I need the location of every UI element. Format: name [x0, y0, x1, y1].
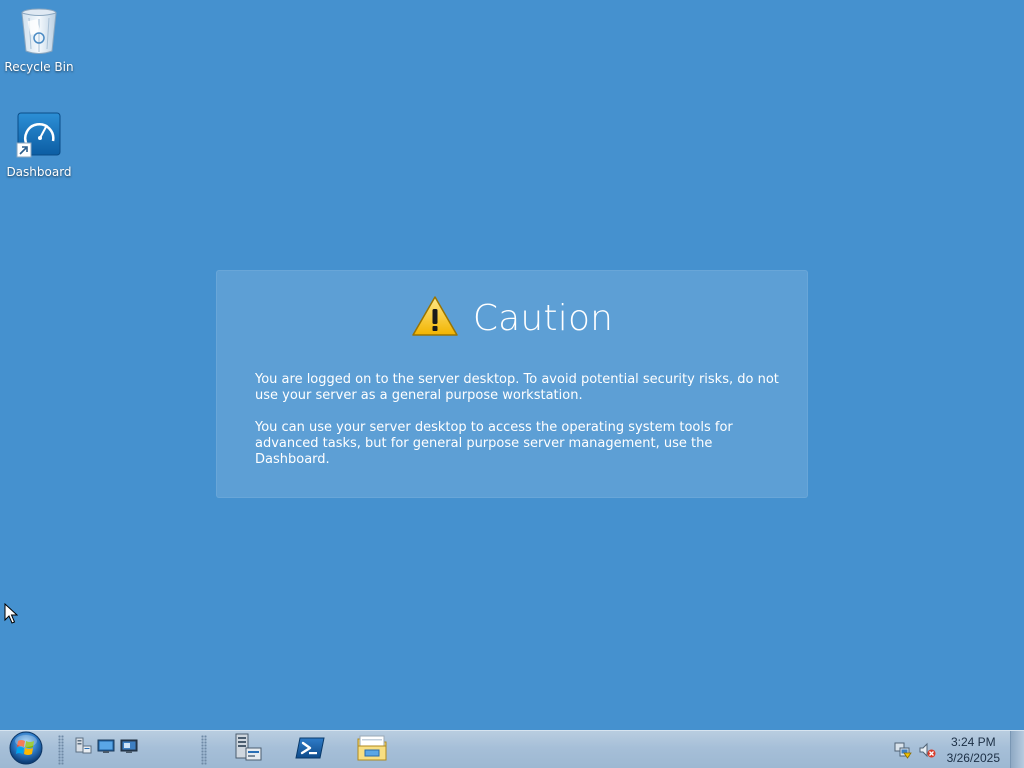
desktop[interactable]: Recycle Bin Dashboard Caution You are lo…: [0, 0, 1024, 730]
clock-time: 3:24 PM: [950, 735, 996, 749]
remote-desktop-icon[interactable]: [120, 737, 138, 755]
caution-header: Caution: [217, 295, 807, 341]
server-manager-app-icon: [232, 732, 264, 768]
taskbar: 3:24 PM 3/26/2025: [0, 730, 1024, 768]
file-explorer-icon: [356, 734, 388, 766]
clock-date: 3/26/2025: [946, 751, 1000, 765]
windows-orb-icon: [8, 730, 44, 768]
mouse-cursor-icon: [4, 602, 19, 629]
clock[interactable]: 3:24 PM 3/26/2025: [947, 734, 1000, 766]
recycle-bin-icon: [15, 6, 63, 56]
start-button[interactable]: [6, 730, 46, 768]
warning-icon: [411, 295, 459, 341]
caution-paragraph-2: You can use your server desktop to acces…: [255, 420, 733, 467]
taskbar-explorer-button[interactable]: [344, 732, 400, 768]
dashboard-icon: [15, 111, 63, 161]
volume-muted-icon[interactable]: [918, 741, 936, 759]
dashboard-label: Dashboard: [6, 165, 72, 179]
show-desktop-button[interactable]: [1010, 731, 1024, 768]
caution-paragraph-1: You are logged on to the server desktop.…: [255, 372, 779, 403]
network-icon[interactable]: [894, 741, 912, 759]
caution-title: Caution: [472, 297, 614, 339]
toolbar-grip[interactable]: [58, 735, 64, 765]
server-manager-icon[interactable]: [74, 737, 92, 755]
taskbar-server-manager-button[interactable]: [220, 732, 276, 768]
caution-panel: Caution You are logged on to the server …: [216, 270, 808, 498]
powershell-icon: [295, 736, 325, 764]
notification-area: 3:24 PM 3/26/2025: [884, 731, 1024, 768]
dashboard-shortcut[interactable]: Dashboard: [1, 111, 77, 179]
toolbar-grip[interactable]: [201, 735, 207, 765]
recycle-bin-shortcut[interactable]: Recycle Bin: [1, 6, 77, 74]
recycle-bin-label: Recycle Bin: [4, 60, 74, 74]
show-desktop-icon[interactable]: [97, 737, 115, 755]
taskbar-powershell-button[interactable]: [282, 732, 338, 768]
